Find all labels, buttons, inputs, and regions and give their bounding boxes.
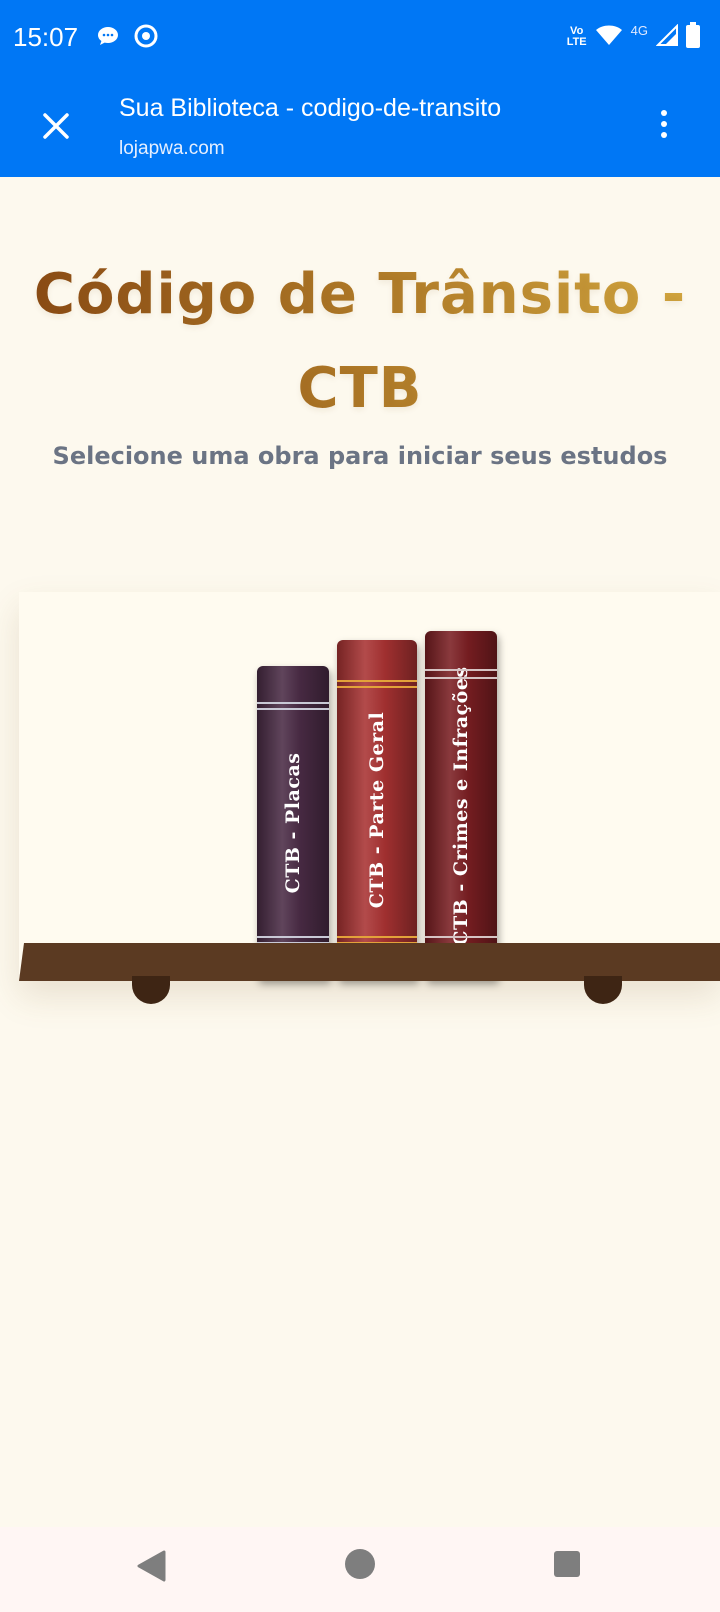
page-subtitle: Selecione uma obra para iniciar seus est… (52, 442, 668, 470)
back-button[interactable] (136, 1550, 166, 1586)
book-title: CTB - Parte Geral (366, 711, 388, 909)
spine-band (337, 686, 417, 688)
network-type: 4G (630, 22, 648, 38)
tab-url: lojapwa.com (119, 138, 225, 159)
signal-icon (655, 23, 678, 50)
book-ctb-parte-geral[interactable]: CTB - Parte Geral (337, 640, 417, 980)
wifi-icon (595, 23, 623, 51)
chat-bubble-icon (96, 24, 120, 52)
volte-indicator: Vo LTE (566, 25, 587, 48)
close-icon (43, 113, 69, 139)
spine-band (337, 680, 417, 682)
home-button[interactable] (345, 1549, 375, 1579)
spine-band (257, 702, 329, 704)
spine-band (425, 677, 497, 679)
spine-band (257, 936, 329, 938)
recents-button[interactable] (554, 1551, 580, 1577)
book-title: CTB - Crimes e Infrações (450, 665, 472, 946)
spine-band (425, 669, 497, 671)
status-notification-icons (96, 24, 158, 52)
page-title: Código de Trânsito - CTB (20, 248, 700, 436)
more-options-button[interactable] (652, 110, 676, 142)
shelf-bracket-right (584, 976, 622, 1004)
spine-band (257, 708, 329, 710)
tab-title: Sua Biblioteca - codigo-de-transito (119, 94, 502, 122)
battery-icon (686, 22, 700, 52)
chrome-icon (134, 24, 158, 52)
spine-band (337, 936, 417, 938)
book-title: CTB - Placas (282, 752, 304, 894)
status-time: 15:07 (13, 22, 79, 52)
more-vert-icon (652, 110, 676, 138)
book-ctb-placas[interactable]: CTB - Placas (257, 666, 329, 980)
status-system-icons: Vo LTE 4G (567, 22, 700, 52)
bookshelf: CTB - Placas CTB - Parte Geral CTB - Cri… (19, 592, 720, 980)
browser-header: 15:07 Vo LTE 4G Sua Biblioteca - codigo-d… (0, 0, 720, 177)
back-icon (137, 1550, 166, 1582)
book-ctb-crimes-infracoes[interactable]: CTB - Crimes e Infrações (425, 631, 497, 980)
spine-band (425, 936, 497, 938)
system-nav-bar (0, 1527, 720, 1612)
close-tab-button[interactable] (36, 106, 76, 146)
shelf-bracket-left (132, 976, 170, 1004)
